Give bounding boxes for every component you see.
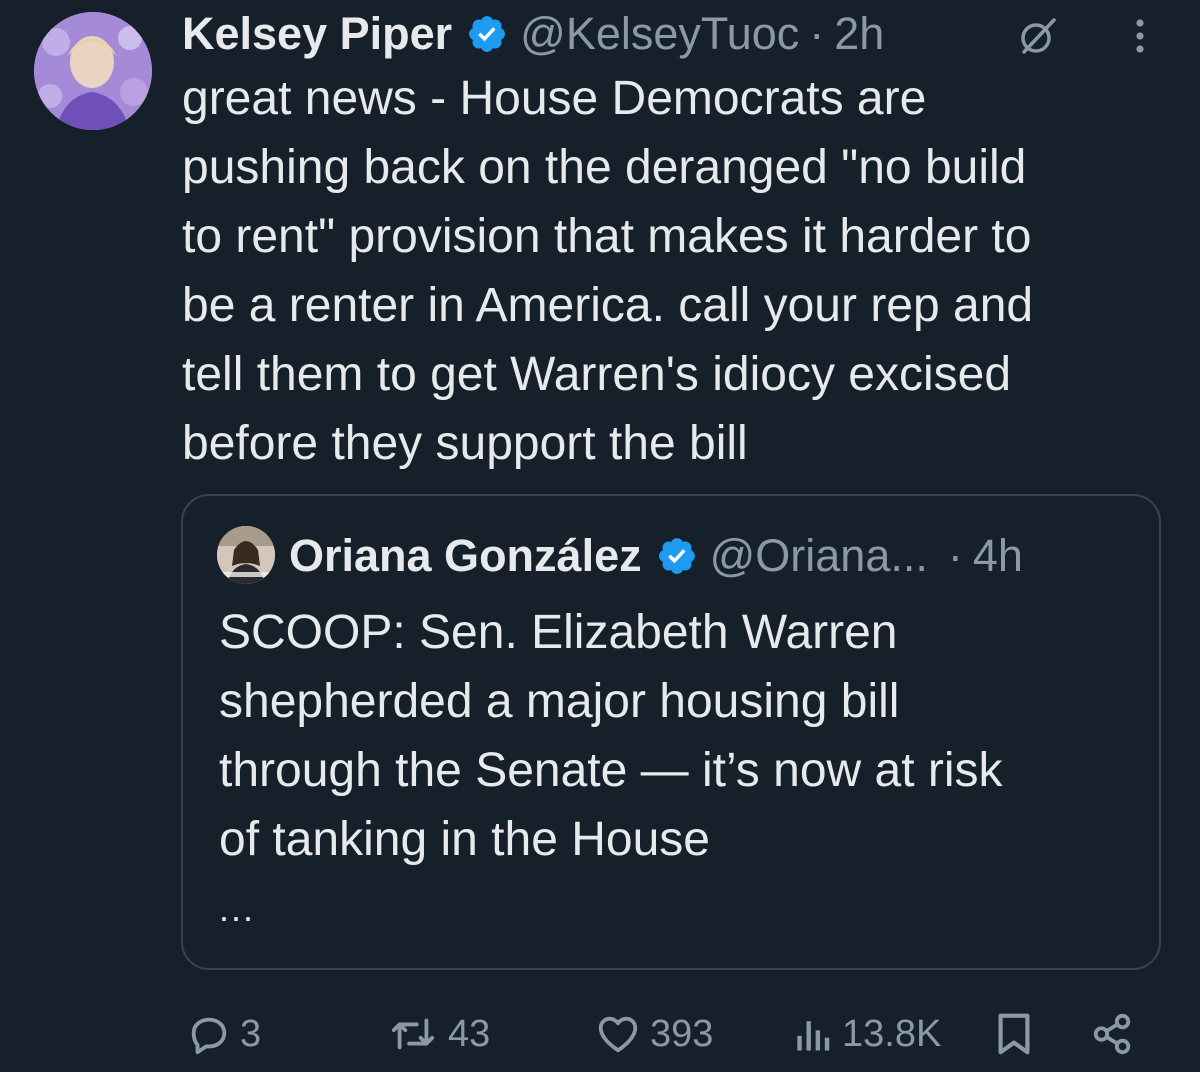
tweet-header: Kelsey Piper @KelseyTuoc · 2h: [182, 8, 884, 60]
quoted-tweet-header: Oriana González @Oriana... · 4h: [289, 530, 1023, 582]
author-name[interactable]: Kelsey Piper: [182, 8, 452, 60]
repost-button[interactable]: 43: [386, 1004, 490, 1064]
quoted-author-handle[interactable]: @Oriana...: [710, 530, 928, 582]
reply-button[interactable]: 3: [186, 1004, 261, 1064]
tweet-text: great news - House Democrats are pushing…: [182, 72, 1034, 470]
separator-dot: ·: [947, 530, 963, 581]
separator-dot: ·: [809, 8, 825, 59]
tweet-action-bar: 3 43 393 13.8K: [0, 1004, 1200, 1064]
like-icon: [598, 1016, 638, 1053]
verified-badge-icon: [469, 16, 506, 52]
reply-count: 3: [240, 1012, 262, 1055]
repost-count: 43: [448, 1012, 491, 1055]
quoted-tweet-text: SCOOP: Sen. Elizabeth Warren shepherded …: [219, 606, 1003, 866]
grok-icon[interactable]: [1016, 14, 1060, 58]
reply-icon: [191, 1017, 227, 1055]
author-handle[interactable]: @KelseyTuoc: [520, 8, 799, 60]
share-button[interactable]: [1088, 1004, 1136, 1064]
show-more-ellipsis[interactable]: ...: [219, 888, 255, 930]
more-options-icon[interactable]: [1125, 14, 1155, 58]
bookmark-icon: [998, 1013, 1030, 1055]
quoted-author-name[interactable]: Oriana González: [289, 530, 642, 582]
like-button[interactable]: 393: [594, 1004, 713, 1064]
bookmark-button[interactable]: [994, 1004, 1034, 1064]
author-avatar[interactable]: [34, 12, 152, 130]
verified-badge-icon: [658, 538, 695, 574]
views-icon: [797, 1021, 830, 1051]
quoted-author-avatar[interactable]: [217, 526, 275, 584]
tweet-time[interactable]: 2h: [834, 8, 884, 60]
quoted-tweet-time: 4h: [972, 530, 1023, 581]
view-count: 13.8K: [842, 1012, 942, 1055]
share-icon: [1093, 1013, 1131, 1055]
repost-icon: [391, 1018, 435, 1050]
quoted-tweet[interactable]: Oriana González @Oriana... · 4h SCOOP: S…: [181, 494, 1161, 970]
views-button[interactable]: 13.8K: [790, 1004, 941, 1064]
like-count: 393: [650, 1012, 714, 1055]
